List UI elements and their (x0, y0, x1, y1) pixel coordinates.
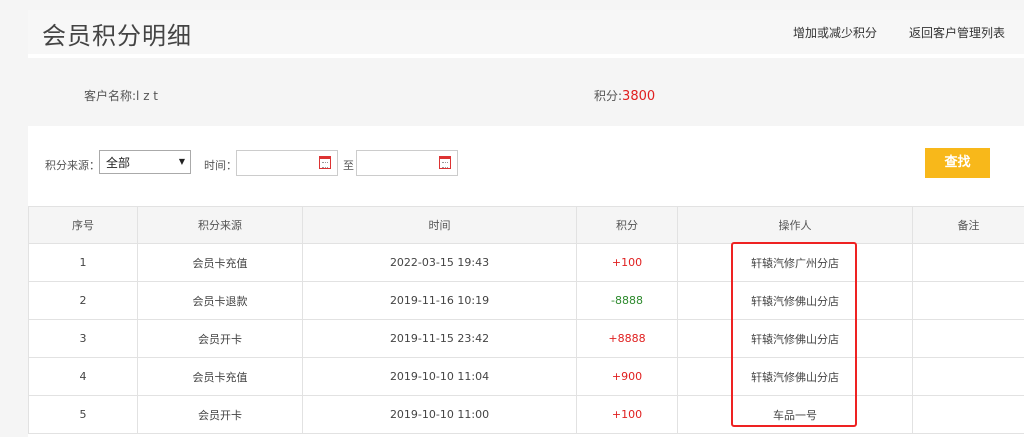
cell-note (912, 319, 1024, 358)
cell-source: 会员开卡 (137, 395, 303, 434)
cell-points: +8888 (576, 319, 678, 358)
source-label: 积分来源： (45, 159, 100, 172)
cell-source: 会员开卡 (137, 319, 303, 358)
cell-operator: 轩辕汽修佛山分店 (677, 319, 913, 358)
points-detail-page: 会员积分明细 增加或减少积分 返回客户管理列表 客户名称:l z t 积分:38… (28, 10, 1024, 437)
cell-operator: 轩辕汽修佛山分店 (677, 357, 913, 396)
points-label: 积分: (594, 89, 623, 103)
time-label: 时间： (204, 159, 237, 172)
cell-no: 4 (28, 357, 138, 396)
cell-time: 2019-11-16 10:19 (302, 281, 577, 320)
cell-points: +900 (576, 357, 678, 396)
cell-no: 3 (28, 319, 138, 358)
cell-source: 会员卡退款 (137, 281, 303, 320)
table-row: 5 会员开卡 2019-10-10 11:00 +100 车品一号 (28, 395, 1024, 434)
adjust-points-link[interactable]: 增加或减少积分 (793, 24, 877, 41)
cell-operator: 轩辕汽修广州分店 (677, 243, 913, 282)
table-row: 3 会员开卡 2019-11-15 23:42 +8888 轩辕汽修佛山分店 (28, 319, 1024, 358)
cell-source: 会员卡充值 (137, 243, 303, 282)
cell-time: 2019-10-10 11:00 (302, 395, 577, 434)
back-to-customer-list-link[interactable]: 返回客户管理列表 (909, 24, 1005, 41)
col-header-operator: 操作人 (677, 206, 913, 244)
customer-info-bar: 客户名称:l z t 积分:3800 (28, 58, 1024, 126)
col-header-source: 积分来源 (137, 206, 303, 244)
points-total: 积分:3800 (594, 87, 655, 104)
to-label: 至 (343, 159, 354, 172)
table-header-row: 序号 积分来源 时间 积分 操作人 备注 (28, 206, 1024, 244)
source-select[interactable]: 全部 ▼ (99, 150, 191, 174)
cell-no: 2 (28, 281, 138, 320)
points-value: 3800 (622, 89, 656, 104)
cell-points: +100 (576, 395, 678, 434)
filter-bar: 积分来源： 全部 ▼ 时间： 至 查找 (28, 148, 1024, 188)
page-title: 会员积分明细 (42, 22, 192, 50)
points-table: 序号 积分来源 时间 积分 操作人 备注 1 会员卡充值 2022-03-15 … (28, 206, 1024, 434)
calendar-icon[interactable] (319, 156, 331, 169)
cell-points: -8888 (576, 281, 678, 320)
col-header-time: 时间 (302, 206, 577, 244)
search-button[interactable]: 查找 (925, 148, 990, 178)
cell-no: 5 (28, 395, 138, 434)
cell-time: 2019-11-15 23:42 (302, 319, 577, 358)
table-row: 1 会员卡充值 2022-03-15 19:43 +100 轩辕汽修广州分店 (28, 243, 1024, 282)
cell-time: 2019-10-10 11:04 (302, 357, 577, 396)
table-row: 2 会员卡退款 2019-11-16 10:19 -8888 轩辕汽修佛山分店 (28, 281, 1024, 320)
calendar-icon[interactable] (439, 156, 451, 169)
cell-source: 会员卡充值 (137, 357, 303, 396)
cell-points: +100 (576, 243, 678, 282)
end-date-input[interactable] (356, 150, 458, 176)
customer-name: 客户名称:l z t (84, 89, 159, 103)
source-selected-value: 全部 (106, 156, 131, 170)
chevron-down-icon: ▼ (178, 157, 185, 166)
cell-no: 1 (28, 243, 138, 282)
col-header-points: 积分 (576, 206, 678, 244)
cell-operator: 轩辕汽修佛山分店 (677, 281, 913, 320)
col-header-no: 序号 (28, 206, 138, 244)
page-header: 会员积分明细 增加或减少积分 返回客户管理列表 (28, 10, 1024, 54)
cell-note (912, 395, 1024, 434)
table-row: 4 会员卡充值 2019-10-10 11:04 +900 轩辕汽修佛山分店 (28, 357, 1024, 396)
cell-note (912, 281, 1024, 320)
cell-time: 2022-03-15 19:43 (302, 243, 577, 282)
start-date-input[interactable] (236, 150, 338, 176)
cell-note (912, 243, 1024, 282)
col-header-note: 备注 (912, 206, 1024, 244)
cell-operator: 车品一号 (677, 395, 913, 434)
cell-note (912, 357, 1024, 396)
